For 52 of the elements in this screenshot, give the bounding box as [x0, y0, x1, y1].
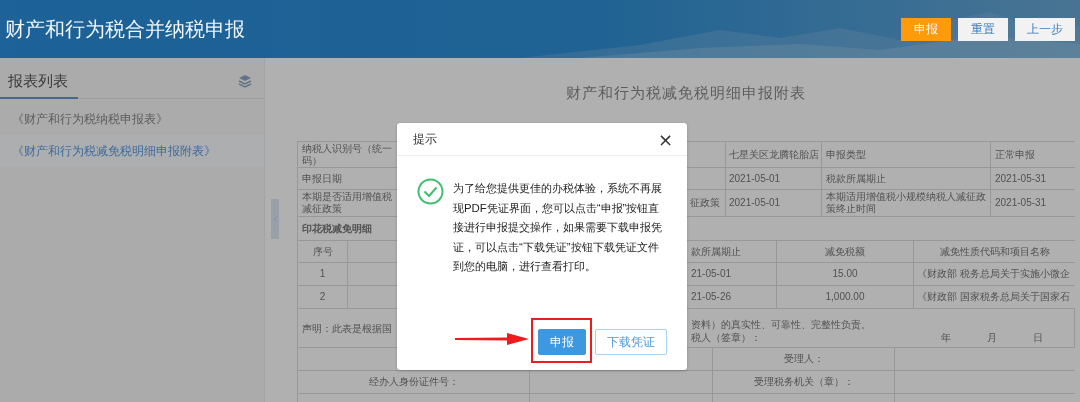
collapse-handle[interactable]	[271, 199, 279, 239]
cell-text: 15.00	[832, 268, 858, 280]
declaration-text: 声明：此表是根据国	[301, 323, 392, 334]
cell-text: 《财政部 税务总局关于实施小微企	[917, 268, 1070, 280]
cell-text: 1	[319, 268, 326, 280]
column-header: 款所属期止	[691, 245, 741, 258]
dialog-title: 提示	[413, 130, 437, 148]
page-title: 财产和行为税合并纳税申报	[5, 16, 245, 42]
cell-text: 七星关区龙腾轮胎店	[729, 148, 819, 161]
cell-text: 2021-05-01	[729, 172, 781, 185]
cell-text: 申报类型	[826, 148, 866, 161]
cell-text: 2021-05-31	[995, 197, 1047, 209]
signature-label: 税人（签章）：	[691, 331, 762, 344]
cell-text: 本期是否适用增值税	[302, 191, 392, 203]
download-button[interactable]: 下载凭证	[595, 329, 667, 355]
cell-text: 码）	[302, 154, 322, 167]
sidebar-tab[interactable]: 报表列表	[0, 72, 78, 99]
cell-text: 2	[319, 291, 326, 303]
cell-text: 税款所属期止	[826, 172, 886, 185]
date-label: 月	[987, 331, 998, 344]
check-circle-icon	[417, 178, 444, 205]
sidebar-item[interactable]: 《财产和行为税减免税明细申报附表》	[0, 135, 264, 167]
cell-text: 2021-05-01	[729, 197, 781, 209]
toolbar-button[interactable]: 重置	[958, 17, 1008, 41]
cell-text: 正常申报	[995, 148, 1035, 161]
column-header: 减免性质代码和项目名称	[939, 245, 1050, 258]
cell-text: 受理税务机关（章）：	[753, 376, 854, 388]
layers-icon[interactable]	[238, 74, 252, 88]
cell-text: 征政策	[690, 197, 720, 209]
date-label: 年	[941, 331, 952, 344]
date-label: 日	[1033, 331, 1044, 344]
sidebar-item[interactable]: 《财产和行为税纳税申报表》	[0, 103, 264, 135]
cell-text: 减征政策	[302, 203, 342, 215]
cell-text: 《财政部 国家税务总局关于国家石	[917, 291, 1070, 303]
form-title: 财产和行为税减免税明细申报附表	[565, 84, 807, 103]
cell-text: 21-05-01	[691, 268, 732, 280]
column-header: 减免税额	[825, 245, 865, 258]
toolbar-button[interactable]: 上一步	[1015, 17, 1075, 41]
column-header: 序号	[312, 245, 333, 258]
cell-text: 申报日期	[302, 172, 342, 185]
submit-button[interactable]: 申报	[538, 329, 586, 355]
cell-text: 2021-05-31	[995, 172, 1047, 185]
cell-text: 1,000.00	[825, 291, 865, 303]
cell-text: 21-05-26	[691, 291, 732, 303]
close-button[interactable]: ×	[653, 128, 677, 150]
section-title: 印花税减免明细	[301, 222, 372, 235]
cell-text: 本期适用增值税小规模纳税人减征政策终止时间	[826, 191, 986, 215]
submit-button[interactable]: 申报	[901, 17, 951, 41]
dialog-message: 为了给您提供更佳的办税体验，系统不再展现PDF凭证界面，您可以点击“申报”按钮直接进行申报提交操作，如果需要下载申报凭证，可以点击“下载凭证”按钮下载凭证文件到您的电脑，进行查看打印。	[453, 181, 663, 275]
cell-text: 受理人：	[783, 353, 824, 365]
declaration-text: 资料）的真实性、可靠性、完整性负责。	[691, 318, 872, 331]
cell-text: 经办人身份证件号：	[368, 376, 459, 388]
